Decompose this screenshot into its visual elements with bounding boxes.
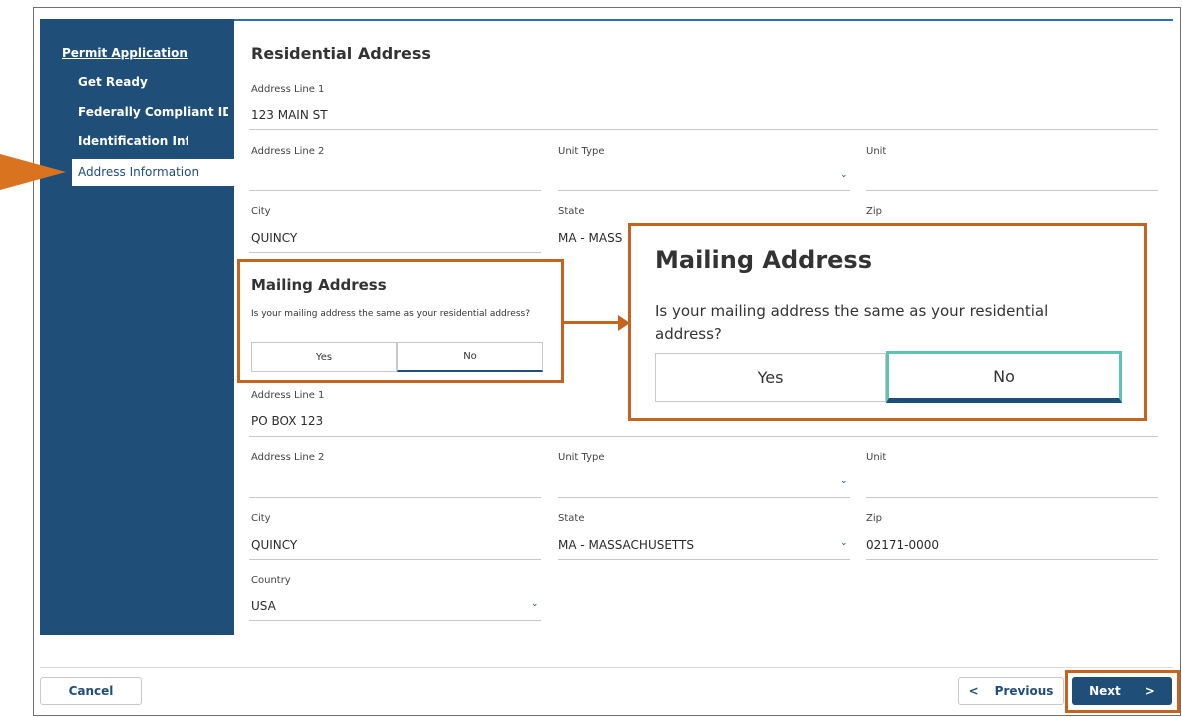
res-city-underline: [249, 252, 541, 253]
sidebar-item-federally-compliant-id[interactable]: Federally Compliant ID: [78, 105, 228, 119]
mail-unit-type-label: Unit Type: [558, 452, 605, 463]
mail-zip-underline: [866, 559, 1158, 560]
mail-zip-label: Zip: [866, 513, 882, 524]
res-unit-type-dropdown-chevron-icon[interactable]: ⌄: [840, 170, 848, 180]
mailing-question-zoom-callout: Mailing Address Is your mailing address …: [628, 223, 1147, 421]
res-state-select[interactable]: MA - MASS: [558, 231, 626, 245]
mail-address-line1-input[interactable]: PO BOX 123: [251, 414, 323, 428]
mail-address-line2-label: Address Line 2: [251, 452, 325, 463]
sidebar-title-link[interactable]: Permit Application: [62, 46, 188, 60]
mail-zip-input[interactable]: 02171-0000: [866, 538, 939, 552]
res-unit-type-select[interactable]: [558, 190, 850, 191]
content-top-accent: [233, 19, 1173, 21]
res-address-line1-label: Address Line 1: [251, 84, 325, 95]
next-button-highlight: [1065, 670, 1180, 713]
mailing-question-highlight: Mailing Address Is your mailing address …: [237, 259, 564, 383]
mail-unit-type-dropdown-chevron-icon[interactable]: ⌄: [840, 476, 848, 486]
res-unit-type-label: Unit Type: [558, 146, 605, 157]
mail-address-line1-label: Address Line 1: [251, 390, 325, 401]
mail-address-line1-underline: [249, 436, 1158, 437]
mail-city-input[interactable]: QUINCY: [251, 538, 297, 552]
res-address-line2-input[interactable]: [251, 168, 541, 186]
chevron-left-icon: <: [968, 684, 979, 698]
residential-address-heading: Residential Address: [251, 44, 431, 63]
current-step-pointer-arrow: [0, 154, 66, 190]
mailing-same-question: Is your mailing address the same as your…: [251, 309, 530, 319]
zoom-mailing-same-no-button[interactable]: No: [886, 351, 1122, 403]
res-address-line1-underline: [249, 129, 1158, 130]
sidebar-item-identification-information[interactable]: Identification Informatic: [78, 134, 188, 148]
res-unit-label: Unit: [866, 146, 887, 157]
zoom-mailing-address-heading: Mailing Address: [655, 246, 872, 274]
callout-connector-line: [564, 321, 620, 324]
mail-country-underline: [249, 620, 541, 621]
sidebar-item-address-information[interactable]: Address Information: [72, 159, 234, 186]
mail-unit-label: Unit: [866, 452, 887, 463]
zoom-mailing-same-yes-button[interactable]: Yes: [655, 353, 886, 402]
mail-city-label: City: [251, 513, 271, 524]
cancel-button[interactable]: Cancel: [40, 677, 142, 705]
res-address-line1-input[interactable]: 123 MAIN ST: [251, 108, 328, 122]
res-city-input[interactable]: QUINCY: [251, 231, 297, 245]
sidebar-item-label: Address Information: [78, 165, 200, 179]
previous-button[interactable]: < Previous: [958, 677, 1064, 705]
mail-address-line2-input[interactable]: [249, 497, 541, 498]
mailing-same-yes-button[interactable]: Yes: [251, 342, 397, 372]
sidebar-item-get-ready[interactable]: Get Ready: [78, 75, 228, 89]
res-address-line2-underline: [249, 190, 541, 191]
mail-country-dropdown-chevron-icon[interactable]: ⌄: [531, 599, 539, 609]
res-address-line2-label: Address Line 2: [251, 146, 325, 157]
mail-country-select[interactable]: USA: [251, 599, 276, 613]
mail-unit-input[interactable]: [866, 497, 1158, 498]
mail-state-dropdown-chevron-icon[interactable]: ⌄: [840, 538, 848, 548]
zoom-mailing-same-question: Is your mailing address the same as your…: [655, 302, 1049, 343]
res-state-label: State: [558, 206, 585, 217]
mail-unit-type-select[interactable]: [558, 497, 850, 498]
previous-button-label: Previous: [994, 684, 1054, 698]
mail-state-select[interactable]: MA - MASSACHUSETTS: [558, 538, 694, 552]
mailing-address-heading: Mailing Address: [251, 276, 387, 294]
mailing-same-no-button[interactable]: No: [397, 342, 543, 372]
mail-city-underline: [249, 559, 541, 560]
res-unit-input[interactable]: [866, 190, 1158, 191]
res-zip-label: Zip: [866, 206, 882, 217]
mail-country-label: Country: [251, 575, 291, 586]
mail-state-underline: [558, 559, 850, 560]
res-city-label: City: [251, 206, 271, 217]
mail-state-label: State: [558, 513, 585, 524]
footer-divider: [40, 667, 1173, 668]
